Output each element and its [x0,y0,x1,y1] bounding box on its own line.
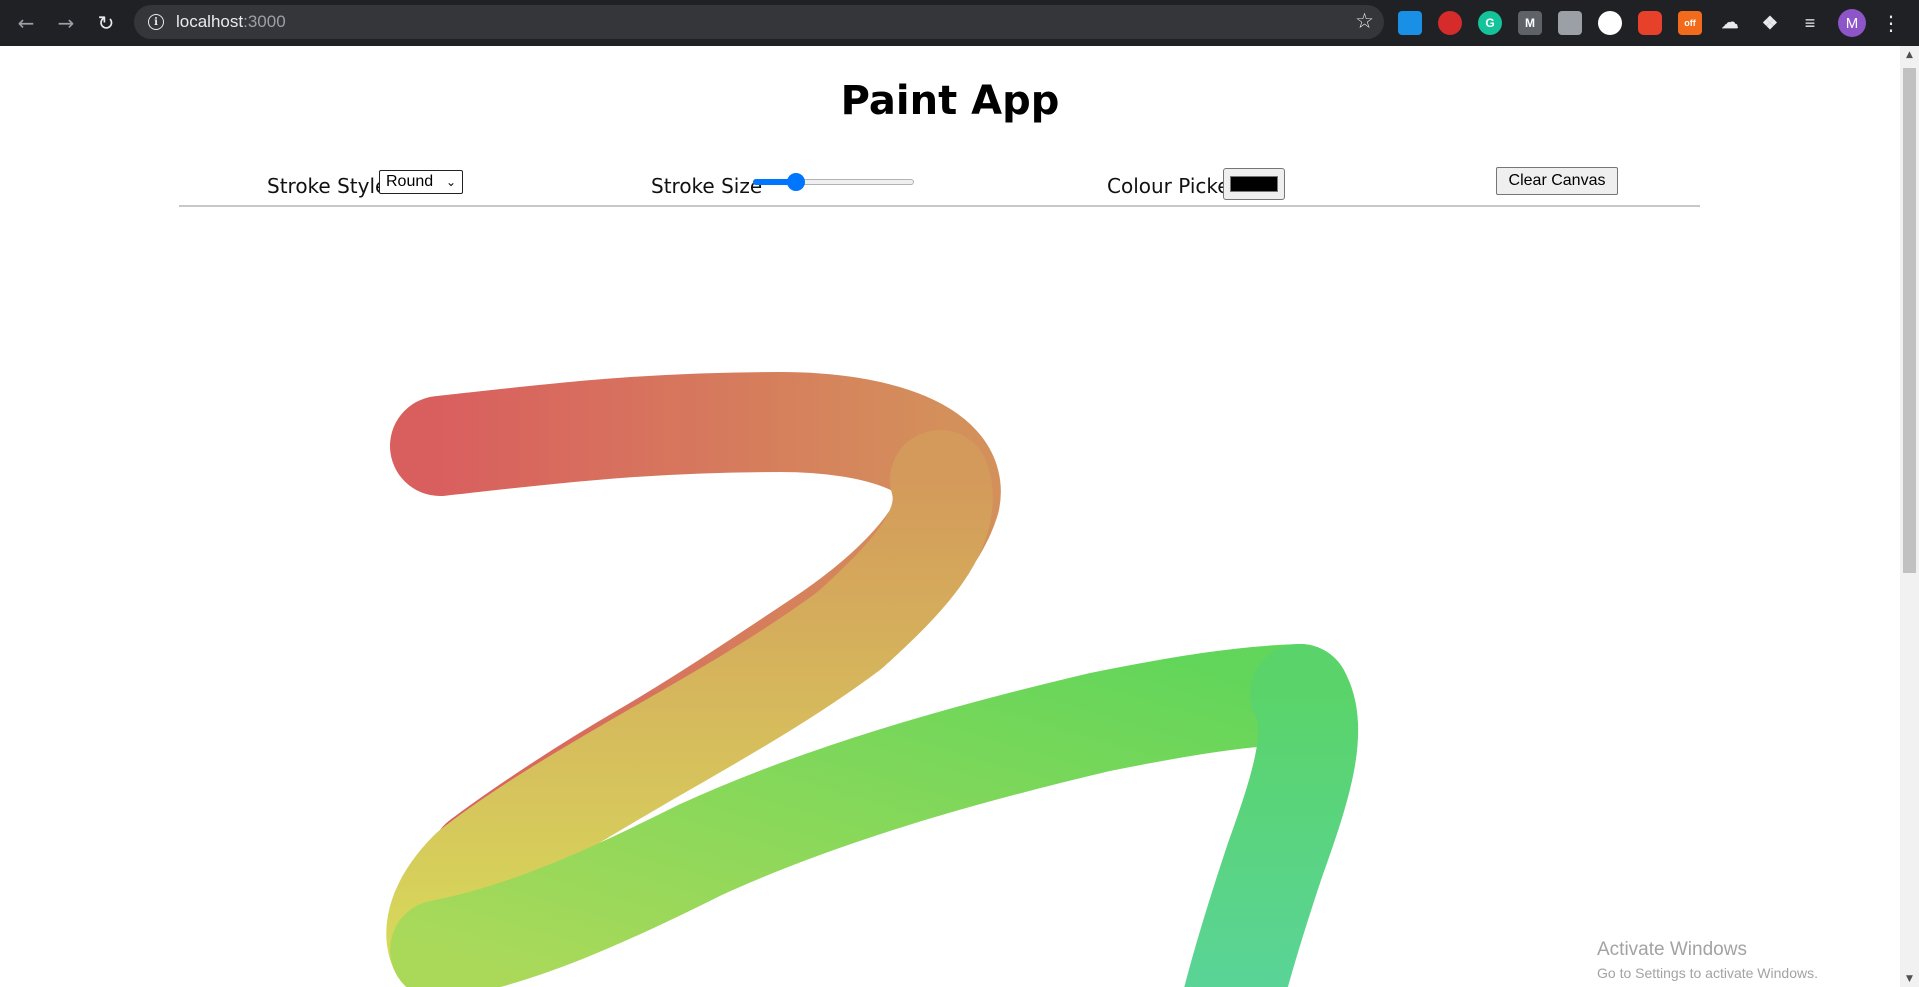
extensions-row: G M off ☁ ❖ ≡ [1398,8,1838,38]
extension-icon[interactable]: ☁ [1718,11,1742,35]
back-arrow-icon[interactable]: ← [12,9,40,37]
stroke-size-label: Stroke Size [651,174,763,198]
slider-thumb[interactable] [787,173,806,191]
colour-picker-input[interactable] [1223,168,1285,200]
drawing-canvas[interactable] [0,210,1900,987]
extension-off-icon[interactable]: off [1678,11,1702,35]
colour-swatch [1230,176,1278,192]
url-host: localhost [176,12,244,31]
scroll-down-arrow-icon[interactable]: ▼ [1900,970,1919,987]
extension-icon[interactable] [1598,11,1622,35]
extension-icon[interactable] [1438,11,1462,35]
extension-off-label: off [1684,18,1696,28]
watermark-line-1: Activate Windows [1597,939,1747,960]
forward-arrow-icon[interactable]: → [52,9,80,37]
scroll-thumb[interactable] [1903,68,1916,573]
extension-icon[interactable] [1638,11,1662,35]
extension-icon[interactable] [1398,11,1422,35]
address-bar[interactable]: i localhost:3000 ☆ [134,5,1384,39]
page: Paint App Stroke Style Round ⌄ Stroke Si… [0,46,1900,987]
chevron-down-icon: ⌄ [445,175,456,189]
extension-icon[interactable]: M [1518,11,1542,35]
grammarly-icon[interactable]: G [1478,11,1502,35]
extension-icon[interactable] [1558,11,1582,35]
url-text[interactable]: localhost:3000 [176,12,286,32]
paint-toolbar: Stroke Style Round ⌄ Stroke Size Colour … [179,162,1700,207]
stroke-size-slider[interactable] [753,171,914,193]
stroke-style-select[interactable]: Round ⌄ [379,170,463,194]
site-info-icon[interactable]: i [148,14,164,30]
url-port: :3000 [243,12,286,31]
browser-menu-icon[interactable]: ⋮ [1881,9,1901,37]
colour-picker-label: Colour Picker [1107,174,1238,198]
page-title: Paint App [840,78,1060,124]
stroke-style-value: Round [386,173,434,190]
watermark-line-2: Go to Settings to activate Windows. [1597,965,1818,981]
browser-toolbar: ← → ↻ i localhost:3000 ☆ G M off ☁ ❖ ≡ M… [0,0,1919,46]
stroke-style-label: Stroke Style [267,174,388,198]
reload-icon[interactable]: ↻ [92,9,120,37]
bookmark-star-icon[interactable]: ☆ [1355,9,1374,33]
vertical-scrollbar[interactable]: ▲ ▼ [1900,46,1919,987]
profile-avatar[interactable]: M [1838,9,1866,37]
puzzle-extensions-icon[interactable]: ❖ [1758,11,1782,35]
media-queue-icon[interactable]: ≡ [1798,11,1822,35]
clear-canvas-button[interactable]: Clear Canvas [1496,167,1618,195]
windows-activation-watermark: Activate Windows Go to Settings to activ… [1597,939,1818,981]
scroll-up-arrow-icon[interactable]: ▲ [1900,46,1919,63]
